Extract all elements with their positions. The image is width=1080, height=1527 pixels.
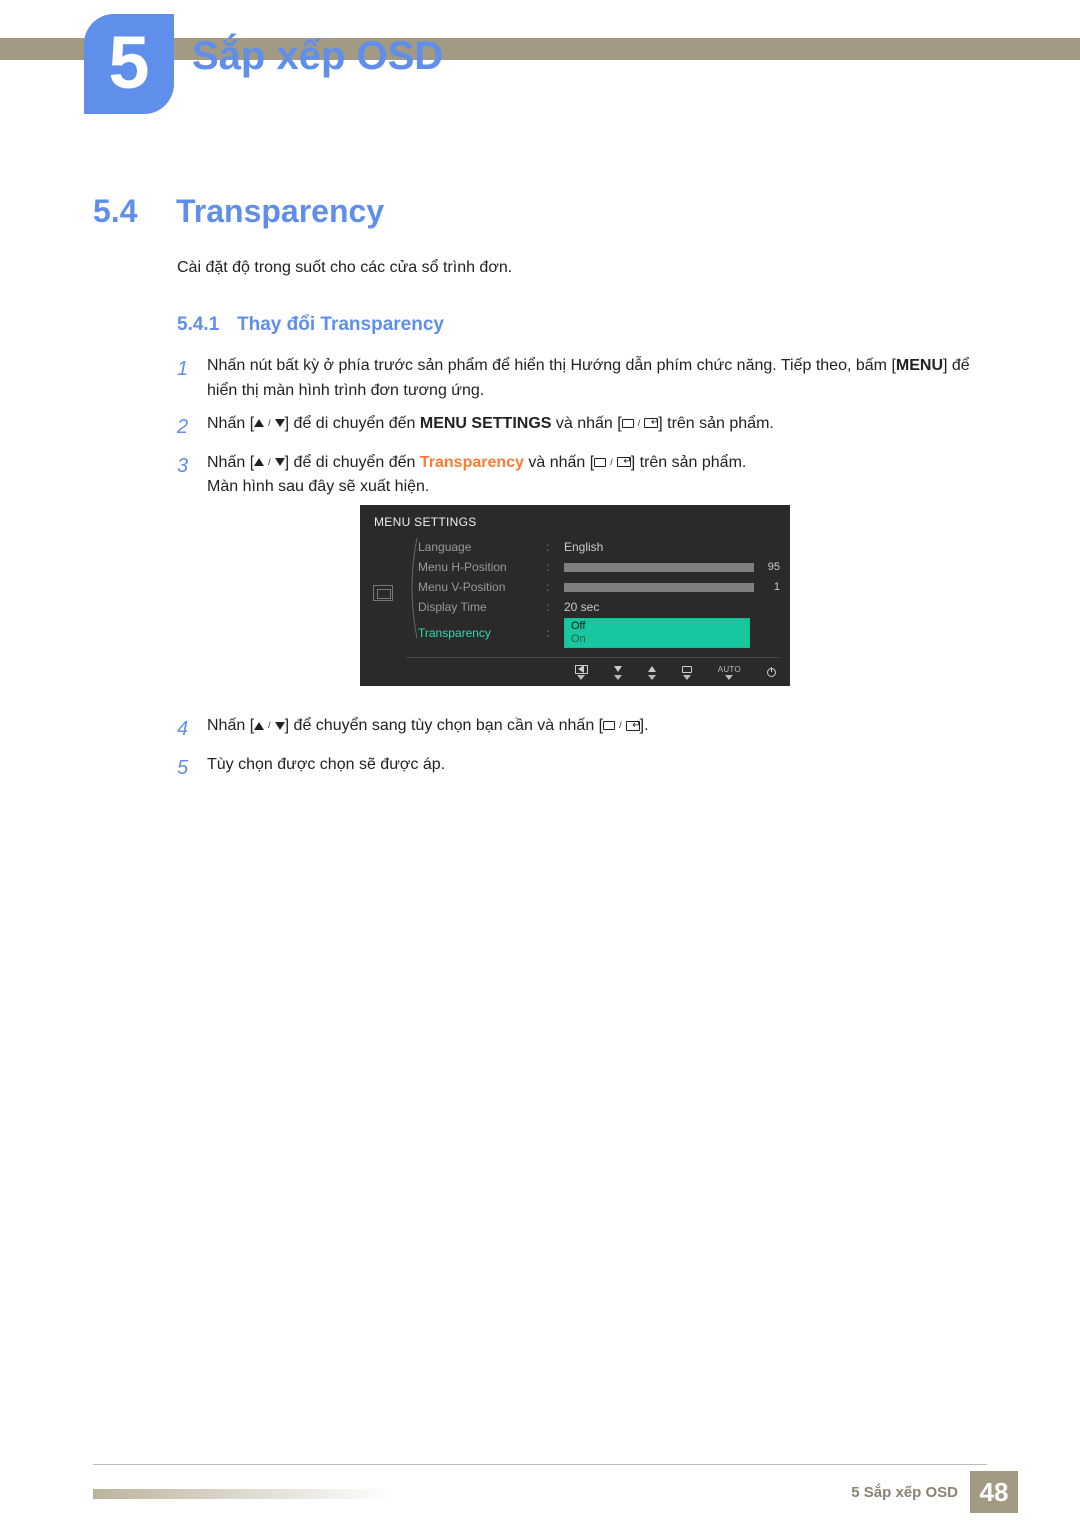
osd-screenshot: MENU SETTINGS Language : English Menu H-… — [360, 505, 790, 686]
page-number-badge: 48 — [970, 1471, 1018, 1513]
osd-label: Display Time — [418, 600, 538, 614]
text: ] trên sản phẩm. — [658, 415, 774, 432]
osd-label: Menu V-Position — [418, 580, 538, 594]
steps-list-lower: 4 Nhấn [/] để chuyển sang tùy chọn bạn c… — [177, 714, 997, 792]
osd-category-icon — [360, 537, 406, 649]
transparency-label: Transparency — [420, 454, 524, 471]
menu-settings-label: MENU SETTINGS — [420, 415, 552, 432]
up-icon — [648, 664, 656, 680]
footer-gradient — [93, 1489, 393, 1499]
step-text: Nhấn [/] để chuyển sang tùy chọn bạn cần… — [207, 714, 997, 745]
step-4: 4 Nhấn [/] để chuyển sang tùy chọn bạn c… — [177, 714, 997, 745]
osd-row-hpos: Menu H-Position : 95 — [418, 557, 780, 577]
step-text: Nhấn [/] để di chuyển đến Transparency v… — [207, 451, 997, 501]
step-text: Tùy chọn được chọn sẽ được áp. — [207, 753, 997, 784]
text: ] trên sản phẩm. — [631, 454, 747, 471]
back-icon — [575, 664, 588, 680]
step-number: 4 — [177, 714, 207, 745]
osd-value: 95 — [760, 561, 780, 573]
osd-label-active: Transparency — [418, 626, 538, 640]
text: ] để di chuyển đến — [285, 454, 420, 471]
subsection-number: 5.4.1 — [177, 314, 219, 336]
osd-label: Language — [418, 540, 538, 554]
osd-dropdown: Off On — [564, 618, 750, 648]
text: ] để chuyển sang tùy chọn bạn cần và nhấ… — [285, 717, 603, 734]
section-description: Cài đặt độ trong suốt cho các cửa sổ trì… — [177, 259, 512, 277]
osd-option-off: Off — [571, 620, 743, 633]
step-number: 2 — [177, 412, 207, 443]
select-enter-icon: / — [622, 418, 659, 428]
select-enter-icon: / — [603, 721, 640, 731]
footer: 5 Sắp xếp OSD 48 — [851, 1471, 1018, 1513]
up-down-icon: / — [254, 458, 285, 467]
footer-divider — [93, 1464, 987, 1465]
up-down-icon: / — [254, 721, 285, 730]
down-icon — [614, 664, 622, 680]
step-number: 3 — [177, 451, 207, 501]
steps-list-upper: 1 Nhấn nút bất kỳ ở phía trước sản phẩm … — [177, 354, 997, 508]
osd-bracket-icon — [406, 537, 418, 649]
section-title: Transparency — [176, 193, 384, 230]
text: ]. — [640, 717, 649, 734]
text: Màn hình sau đây sẽ xuất hiện. — [207, 478, 429, 495]
step-3: 3 Nhấn [/] để di chuyển đến Transparency… — [177, 451, 997, 501]
text: và nhấn [ — [524, 454, 594, 471]
step-1: 1 Nhấn nút bất kỳ ở phía trước sản phẩm … — [177, 354, 997, 404]
text: Nhấn [ — [207, 454, 254, 471]
power-icon — [767, 667, 776, 677]
select-enter-icon: / — [594, 457, 631, 467]
osd-value: 1 — [760, 581, 780, 593]
osd-list: Language : English Menu H-Position : 95 … — [418, 537, 790, 649]
text: ] để di chuyển đến — [285, 415, 420, 432]
osd-footer: AUTO — [360, 662, 790, 680]
step-text: Nhấn [/] để di chuyển đến MENU SETTINGS … — [207, 412, 997, 443]
osd-title: MENU SETTINGS — [360, 513, 790, 537]
osd-value: English — [564, 540, 780, 554]
osd-row-language: Language : English — [418, 537, 780, 557]
osd-slider — [564, 583, 754, 592]
chapter-title: Sắp xếp OSD — [192, 34, 443, 79]
text: Nhấn nút bất kỳ ở phía trước sản phẩm để… — [207, 357, 896, 374]
osd-option-on: On — [571, 633, 743, 646]
menu-label: MENU — [896, 357, 943, 374]
subsection-title: Thay đổi Transparency — [237, 314, 444, 336]
step-5: 5 Tùy chọn được chọn sẽ được áp. — [177, 753, 997, 784]
enter-icon — [682, 664, 692, 680]
osd-row-transparency: Transparency : Off On — [418, 617, 780, 649]
osd-slider — [564, 563, 754, 572]
step-2: 2 Nhấn [/] để di chuyển đến MENU SETTING… — [177, 412, 997, 443]
footer-chapter-text: 5 Sắp xếp OSD — [851, 1484, 958, 1501]
osd-row-display-time: Display Time : 20 sec — [418, 597, 780, 617]
text: và nhấn [ — [551, 415, 621, 432]
up-down-icon: / — [254, 419, 285, 428]
section-number: 5.4 — [93, 193, 137, 230]
text: Nhấn [ — [207, 415, 254, 432]
step-text: Nhấn nút bất kỳ ở phía trước sản phẩm để… — [207, 354, 997, 404]
osd-divider — [406, 657, 780, 658]
osd-label: Menu H-Position — [418, 560, 538, 574]
chapter-number-badge: 5 — [84, 14, 174, 114]
osd-row-vpos: Menu V-Position : 1 — [418, 577, 780, 597]
osd-value: 20 sec — [564, 600, 780, 614]
auto-icon: AUTO — [718, 664, 741, 680]
text: Nhấn [ — [207, 717, 254, 734]
step-number: 1 — [177, 354, 207, 404]
step-number: 5 — [177, 753, 207, 784]
